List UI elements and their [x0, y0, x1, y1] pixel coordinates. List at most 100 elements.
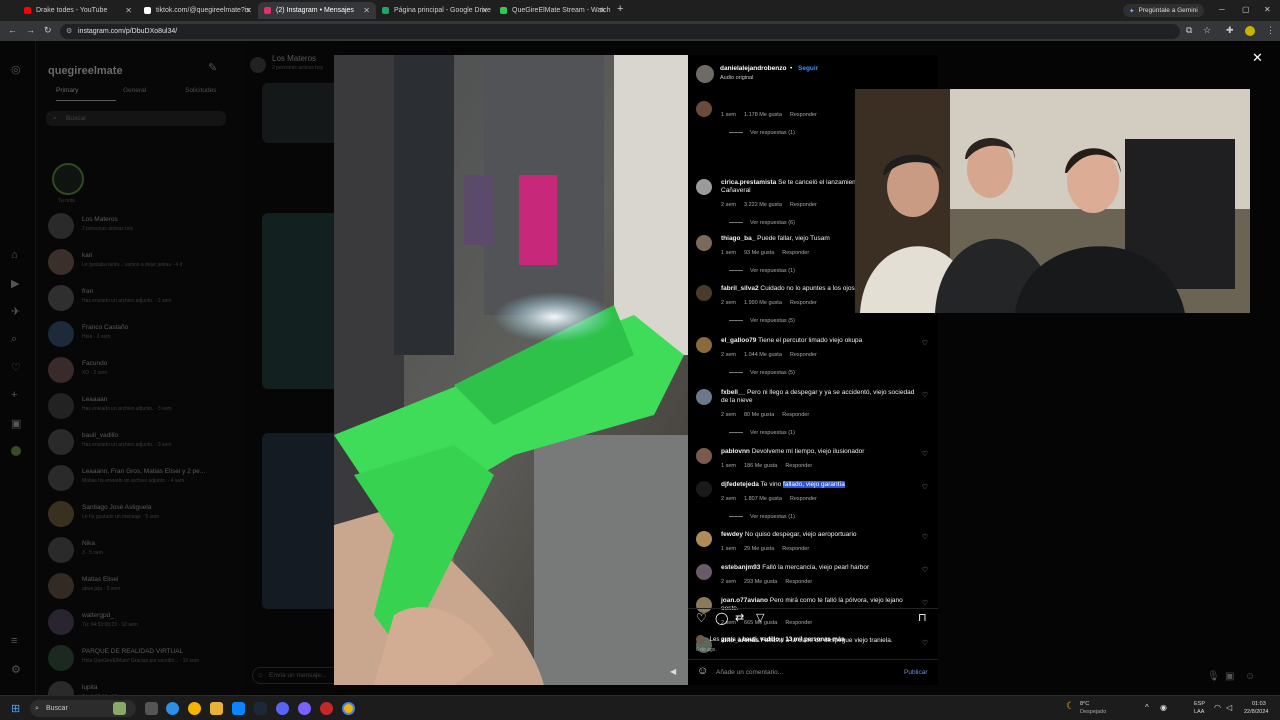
- commenter-avatar[interactable]: [696, 389, 712, 405]
- chrome-icon[interactable]: [188, 702, 201, 715]
- gemini-button[interactable]: ✦ Pregúntale a Gemini: [1123, 4, 1204, 17]
- tray-app-icon[interactable]: ◉: [1160, 703, 1167, 712]
- file-explorer-icon[interactable]: [210, 702, 223, 715]
- install-icon[interactable]: ⧉: [1186, 25, 1192, 36]
- maximize-button[interactable]: ▢: [1242, 5, 1250, 14]
- add-comment-input[interactable]: Añade un comentario...: [716, 669, 783, 676]
- conversation-item[interactable]: Matias Elisei abue juju · 5 sem: [46, 571, 236, 601]
- shared-post-thumb[interactable]: [262, 83, 342, 143]
- publish-button[interactable]: Publicar: [904, 669, 927, 676]
- url-bar[interactable]: ⚙ instagram.com/p/DbuDXo8ul34/: [60, 24, 1180, 39]
- commenter-avatar[interactable]: [696, 337, 712, 353]
- minimize-button[interactable]: ─: [1219, 5, 1225, 14]
- chrome-active-icon[interactable]: [342, 702, 355, 715]
- reply-button[interactable]: Responder: [782, 546, 809, 552]
- repost-icon[interactable]: ⇄: [735, 611, 744, 624]
- explore-icon[interactable]: ▣: [11, 417, 21, 430]
- comment-likes[interactable]: 1.990 Me gusta: [744, 300, 782, 306]
- view-replies-button[interactable]: Ver respuestas (5): [729, 318, 795, 324]
- more-icon[interactable]: ⚙: [11, 663, 21, 676]
- close-modal-button[interactable]: ✕: [1252, 50, 1263, 66]
- view-replies-button[interactable]: Ver respuestas (1): [729, 130, 795, 136]
- tab-requests[interactable]: Solicitudes: [185, 87, 216, 94]
- like-icon[interactable]: ♡: [696, 611, 707, 625]
- comment-likes[interactable]: 93 Me gusta: [744, 250, 774, 256]
- forward-icon[interactable]: →: [26, 25, 35, 35]
- commenter-avatar[interactable]: [696, 481, 712, 497]
- view-replies-button[interactable]: Ver respuestas (1): [729, 268, 795, 274]
- reply-button[interactable]: Responder: [790, 112, 817, 118]
- profile-avatar-icon[interactable]: [1245, 26, 1255, 36]
- close-icon[interactable]: ✕: [245, 6, 252, 15]
- commenter-username[interactable]: joan.o77aviano: [721, 597, 768, 604]
- tab-google-drive[interactable]: Página principal - Google Drive ✕: [376, 2, 494, 19]
- notifications-icon[interactable]: ♡: [11, 361, 21, 374]
- comment-likes[interactable]: 186 Me gusta: [744, 463, 777, 469]
- weather-desc[interactable]: Despejado: [1080, 709, 1106, 715]
- comment-like-icon[interactable]: ♡: [922, 339, 928, 347]
- commenter-username[interactable]: thiago_ba_: [721, 235, 755, 242]
- message-input[interactable]: ☺ Envía un mensaje...: [252, 667, 342, 684]
- close-icon[interactable]: ✕: [599, 6, 606, 15]
- shared-post-thumb[interactable]: [262, 213, 342, 389]
- commenter-username[interactable]: fewdey: [721, 531, 743, 538]
- view-replies-button[interactable]: Ver respuestas (5): [729, 370, 795, 376]
- conversation-item[interactable]: Leaaann, Fran Gros, Matias Elisei y 2 pe…: [46, 463, 236, 493]
- profile-icon[interactable]: [11, 446, 21, 456]
- site-info-icon[interactable]: ⚙: [66, 24, 72, 39]
- reels-icon[interactable]: ▶: [11, 277, 19, 290]
- reply-button[interactable]: Responder: [782, 250, 809, 256]
- conversation-item[interactable]: kari Le gustaba tanto... vamos a dejar ju…: [46, 247, 236, 277]
- tab-tiktok[interactable]: tiktok.com/@quegireelmate?is ✕: [138, 2, 258, 19]
- comment-like-icon[interactable]: ♡: [922, 483, 928, 491]
- new-tab-button[interactable]: +: [617, 3, 623, 15]
- bookmark-star-icon[interactable]: ☆: [1203, 25, 1211, 36]
- commenter-avatar[interactable]: [696, 235, 712, 251]
- liker-username[interactable]: bauti_vadillo: [742, 637, 779, 643]
- steam-icon[interactable]: [254, 702, 267, 715]
- commenter-username[interactable]: pablovnn: [721, 448, 750, 455]
- browser-menu-icon[interactable]: ⋮: [1266, 25, 1275, 36]
- messages-icon[interactable]: ✈: [11, 305, 20, 318]
- commenter-username[interactable]: estebanjm93: [721, 564, 760, 571]
- menu-icon[interactable]: ≡: [11, 635, 17, 647]
- app-icon[interactable]: [320, 702, 333, 715]
- commenter-username[interactable]: fabril_silva2: [721, 285, 759, 292]
- discord-icon[interactable]: [276, 702, 289, 715]
- conversation-item[interactable]: Santiago José Astiguela Le ha gustado un …: [46, 499, 236, 529]
- tray-expand-icon[interactable]: ^: [1145, 703, 1149, 712]
- commenter-avatar[interactable]: [696, 564, 712, 580]
- view-replies-button[interactable]: Ver respuestas (1): [729, 430, 795, 436]
- tab-stream[interactable]: QueGireElMate Stream - Watch ✕: [494, 2, 612, 19]
- image-icon[interactable]: ▣: [1225, 671, 1234, 682]
- author-username[interactable]: danielalejandrobenzo: [720, 65, 786, 72]
- search-icon[interactable]: ⌕: [11, 333, 17, 346]
- mute-icon[interactable]: ◀: [670, 667, 676, 676]
- mic-icon[interactable]: 🎙︎: [1207, 671, 1220, 682]
- comment-like-icon[interactable]: ♡: [922, 391, 928, 399]
- widget-icon[interactable]: [113, 702, 126, 715]
- view-replies-button[interactable]: Ver respuestas (1): [729, 514, 795, 520]
- commenter-avatar[interactable]: [696, 448, 712, 464]
- conversation-item[interactable]: waltergpd_ Tú: 04:53:00:23 · 10 sem: [46, 607, 236, 637]
- audio-label[interactable]: Audio original: [720, 75, 753, 81]
- comment-likes[interactable]: 1.178 Me gusta: [744, 112, 782, 118]
- conversation-item[interactable]: fran Has enviado un archivo adjunto. · 2 …: [46, 283, 236, 313]
- volume-icon[interactable]: ◁: [1226, 703, 1232, 712]
- sticker-icon[interactable]: ☺: [1245, 671, 1255, 682]
- comment-likes[interactable]: 1.044 Me gusta: [744, 352, 782, 358]
- comment-likes[interactable]: 1.807 Me gusta: [744, 496, 782, 502]
- view-replies-button[interactable]: Ver respuestas (6): [729, 220, 795, 226]
- commenter-username[interactable]: cirica.prestamista: [721, 179, 776, 186]
- reply-button[interactable]: Responder: [782, 412, 809, 418]
- conversation-item[interactable]: Facundo XD · 2 sem: [46, 355, 236, 385]
- weather-temp[interactable]: 8°C: [1080, 701, 1089, 707]
- tab-primary[interactable]: Primary: [56, 87, 116, 101]
- tab-youtube[interactable]: Drake todes - YouTube ✕: [18, 2, 138, 19]
- close-icon[interactable]: ✕: [125, 6, 132, 15]
- shared-post-thumb[interactable]: [262, 433, 342, 609]
- comment-likes[interactable]: 80 Me gusta: [744, 412, 774, 418]
- conversation-item[interactable]: bauti_vadillo Has enviado un archivo adju…: [46, 427, 236, 457]
- follow-button[interactable]: Seguir: [798, 65, 818, 72]
- likes-count[interactable]: 13 mil personas más: [785, 637, 844, 643]
